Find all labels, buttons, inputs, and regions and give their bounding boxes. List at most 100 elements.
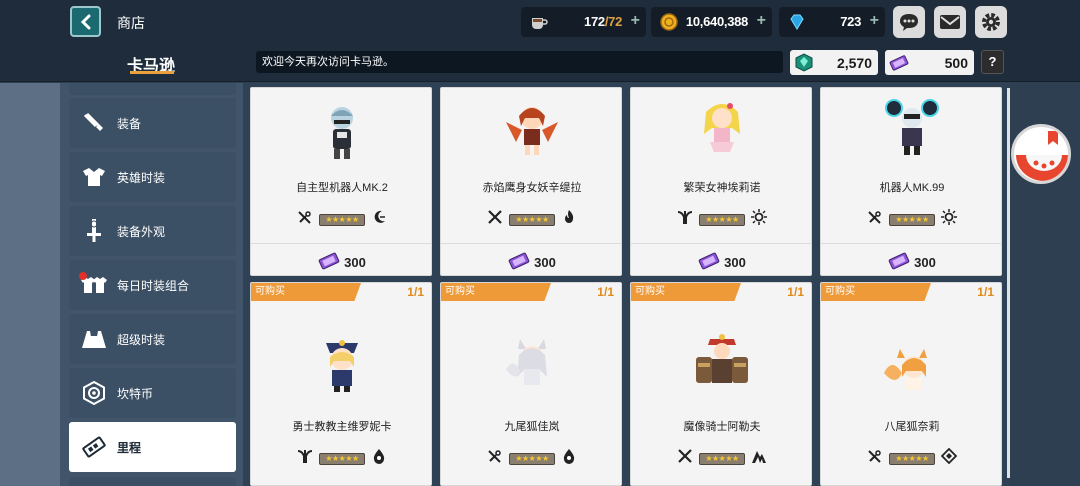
fire-icon [561, 209, 577, 230]
sidebar-item-equipment-appearance[interactable]: 装备外观 [69, 206, 236, 256]
help-button[interactable]: ? [981, 50, 1004, 74]
character-sprite-veronica [326, 340, 358, 392]
sidebar-item-label: 坎特币 [117, 386, 154, 401]
product-price[interactable]: 300 [631, 252, 811, 273]
star-rating: ★★★★★ [319, 452, 365, 465]
gold-value: 10,640,388 [685, 14, 748, 29]
crystal-value: 2,570 [836, 55, 872, 71]
price-value: 300 [344, 255, 366, 270]
settings-button[interactable] [975, 6, 1007, 38]
purchasable-banner: 可购买 [821, 283, 931, 301]
super-costume-icon [73, 328, 115, 350]
sidebar-item-label: 英雄时装 [117, 170, 166, 185]
gem-resource[interactable]: 723 + [779, 7, 885, 37]
light-icon [941, 209, 957, 230]
product-card[interactable]: 机器人MK.99 ★★★★★ 300 [820, 87, 1002, 276]
sidebar-item-label: 超级时装 [117, 332, 166, 347]
star-rating: ★★★★★ [699, 213, 745, 226]
equipment-icon [73, 111, 115, 135]
sidebar-item-mileage[interactable]: 里程 [69, 422, 236, 472]
product-stats: ★★★★★ [441, 448, 621, 469]
blue-gem-icon [787, 12, 807, 32]
no-weapon-icon [297, 209, 313, 230]
product-stats: ★★★★★ [251, 209, 431, 230]
character-sprite-harpy-cintila [506, 107, 558, 155]
product-price[interactable]: 300 [821, 252, 1001, 273]
mileage-ticket-icon [318, 252, 340, 273]
add-stamina-button[interactable]: + [631, 12, 640, 30]
mileage-icon [73, 434, 115, 460]
mileage-ticket-icon [889, 55, 909, 71]
product-name: 八尾狐奈莉 [884, 421, 940, 433]
product-price[interactable]: 300 [441, 252, 621, 273]
sidebar-item-equipment[interactable]: 装备 [69, 98, 236, 148]
sidebar-item-label: 装备 [117, 116, 142, 131]
sidebar-item-hero-costume[interactable]: 英雄时装 [69, 152, 236, 202]
product-name: 赤焰鹰身女妖辛缇拉 [482, 182, 582, 194]
sidebar-item-label: 装备外观 [117, 224, 166, 239]
basic-icon [940, 447, 958, 469]
product-name: 九尾狐佳岚 [504, 421, 560, 433]
product-card[interactable]: 自主型机器人MK.2 ★★★★★ 300 [250, 87, 432, 276]
chat-bubble-icon [900, 14, 918, 31]
gold-resource[interactable]: 10,640,388 + [651, 7, 772, 37]
crystal-currency: 2,570 [790, 50, 878, 75]
coffee-cup-icon [529, 12, 549, 32]
sidebar-item-partial[interactable] [69, 83, 236, 95]
stamina-resource[interactable]: 172/72 + [521, 7, 646, 37]
product-card[interactable]: 可购买 1/1 九尾狐佳岚 ★★★★★ [440, 282, 622, 486]
star-rating: ★★★★★ [699, 452, 745, 465]
product-name: 机器人MK.99 [879, 182, 945, 194]
purchase-count: 1/1 [787, 285, 804, 299]
mail-icon [940, 15, 960, 29]
mileage-ticket-icon [508, 252, 530, 273]
purchasable-banner: 可购买 [251, 283, 361, 301]
mileage-value: 500 [944, 55, 968, 71]
card-divider [821, 243, 1001, 244]
scrollbar[interactable] [1007, 88, 1010, 478]
star-rating: ★★★★★ [509, 452, 555, 465]
product-card[interactable]: 可购买 1/1 八尾狐奈莉 ★★★★★ [820, 282, 1002, 486]
notification-dot [79, 272, 87, 280]
product-stats: ★★★★★ [251, 448, 431, 469]
welcome-message: 欢迎今天再次访问卡马逊。 [256, 51, 783, 73]
page-title: 商店 [117, 15, 145, 31]
product-stats: ★★★★★ [821, 447, 1001, 469]
gear-icon [982, 13, 1000, 31]
kante-coin-icon [73, 381, 115, 405]
purchase-count: 1/1 [597, 285, 614, 299]
event-float-button[interactable] [1011, 124, 1071, 184]
sidebar-item-daily-costume-set[interactable]: 每日时装组合 [69, 260, 236, 310]
product-card[interactable]: 可购买 1/1 魔像骑士阿勒夫 ★★★★★ [630, 282, 812, 486]
purchase-count: 1/1 [407, 285, 424, 299]
sidebar-item-partial[interactable] [69, 477, 236, 486]
tomato-icon [1016, 131, 1068, 181]
mail-button[interactable] [934, 6, 966, 38]
product-card[interactable]: 可购买 1/1 勇士教教主维罗妮卡 ★★★★★ [250, 282, 432, 486]
crossed-swords-icon [677, 448, 693, 469]
light-icon [751, 209, 767, 230]
product-card[interactable]: 赤焰鹰身女妖辛缇拉 ★★★★★ 300 [440, 87, 622, 276]
no-weapon-icon [487, 448, 503, 469]
crystal-currency-icon [795, 53, 813, 72]
chat-button[interactable] [893, 6, 925, 38]
sidebar-item-label: 每日时装组合 [117, 278, 190, 293]
mileage-currency: 500 [885, 50, 974, 75]
product-name: 勇士教教主维罗妮卡 [292, 421, 392, 433]
chevron-left-icon [80, 14, 90, 29]
add-gem-button[interactable]: + [870, 12, 879, 30]
product-card[interactable]: 繁荣女神埃莉诺 ★★★★★ 300 [630, 87, 812, 276]
product-price[interactable]: 300 [251, 252, 431, 273]
back-button[interactable] [70, 6, 101, 37]
character-sprite-eight-tail-fox-nari [884, 349, 927, 390]
product-stats: ★★★★★ [821, 209, 1001, 230]
product-name: 自主型机器人MK.2 [296, 182, 388, 194]
dark-icon [561, 448, 577, 469]
add-gold-button[interactable]: + [757, 12, 766, 30]
mileage-ticket-icon [698, 252, 720, 273]
price-value: 300 [914, 255, 936, 270]
sidebar-stripe [0, 83, 60, 486]
sidebar-item-kante-coin[interactable]: 坎特币 [69, 368, 236, 418]
sidebar-item-super-costume[interactable]: 超级时装 [69, 314, 236, 364]
stamina-value: 172/72 [584, 14, 622, 29]
